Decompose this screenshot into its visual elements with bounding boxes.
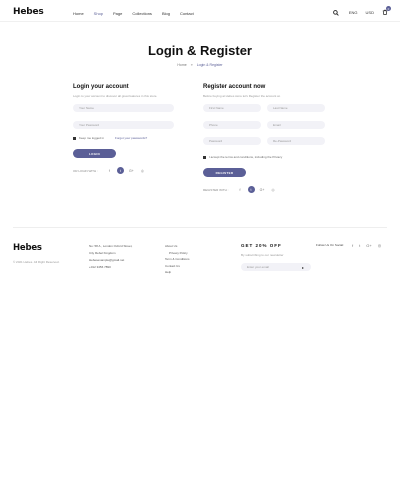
login-social-row: OR LOGIN WITH : f t G+ ◎ bbox=[73, 167, 150, 174]
last-name-input[interactable]: Last Name bbox=[267, 104, 325, 112]
newsletter-subtitle: By subscribing to our newsletter bbox=[241, 253, 284, 257]
google-plus-icon[interactable]: G+ bbox=[128, 167, 135, 174]
terms-label: I accept the terms and conditions, inclu… bbox=[209, 155, 283, 159]
main-nav: Home Shop Page Collections Blog Contact bbox=[73, 11, 204, 16]
register-title: Register account now bbox=[203, 84, 266, 90]
address-line: No: 58 A , London Oxford Street, bbox=[89, 244, 133, 248]
footer-link-terms[interactable]: Term & Conditions bbox=[165, 256, 190, 263]
register-social-label: REGISTER WITH : bbox=[203, 187, 229, 192]
nav-collections[interactable]: Collections bbox=[132, 11, 152, 16]
confirm-password-input[interactable]: Re-Password bbox=[267, 137, 325, 145]
brand-logo[interactable]: Hebes bbox=[13, 7, 44, 17]
login-password-input[interactable]: Your Password bbox=[73, 121, 174, 129]
login-title: Login your account bbox=[73, 84, 129, 90]
login-button[interactable]: LOGIN bbox=[73, 149, 116, 158]
register-social-row: REGISTER WITH : f t G+ ◎ bbox=[203, 186, 281, 193]
checkbox-icon bbox=[73, 136, 76, 140]
breadcrumb-home[interactable]: Home bbox=[177, 63, 186, 67]
copyright: © 2021 Hebes. All Right Reserved. bbox=[13, 260, 60, 264]
send-arrow-icon[interactable]: ▸ bbox=[302, 265, 304, 270]
phone-input[interactable]: Phone bbox=[203, 121, 261, 129]
search-icon[interactable] bbox=[333, 9, 339, 16]
footer-link-help[interactable]: Help bbox=[165, 269, 190, 276]
footer-email[interactable]: Hebesexample@gmail.net bbox=[89, 257, 132, 264]
register-subtitle: Before buying at Hebes store let's Regis… bbox=[203, 94, 281, 98]
nav-page[interactable]: Page bbox=[113, 11, 122, 16]
instagram-icon[interactable]: ◎ bbox=[270, 186, 277, 193]
google-plus-icon[interactable]: G+ bbox=[259, 186, 266, 193]
footer-address: No: 58 A , London Oxford Street, City Re… bbox=[89, 243, 132, 271]
nav-blog[interactable]: Blog bbox=[162, 11, 170, 16]
remember-checkbox[interactable]: Keep me logged in bbox=[73, 136, 104, 140]
google-plus-icon[interactable]: G+ bbox=[366, 243, 371, 248]
breadcrumb-current: Login & Register bbox=[196, 63, 223, 67]
header-actions: ENG USD 0 bbox=[325, 6, 391, 16]
twitter-icon[interactable]: t bbox=[116, 167, 124, 174]
page-title: Login & Register bbox=[147, 43, 252, 58]
currency-select[interactable]: ENG bbox=[349, 10, 358, 15]
newsletter-email-input[interactable]: Enter your email bbox=[241, 263, 311, 271]
address-line: City Rebel Kingdom bbox=[89, 251, 116, 255]
newsletter-title: GET 20% OFF bbox=[241, 243, 282, 248]
login-social-label: OR LOGIN WITH : bbox=[73, 168, 98, 173]
register-email-input[interactable]: Email bbox=[267, 121, 325, 129]
facebook-icon[interactable]: f bbox=[352, 243, 353, 248]
footer-divider bbox=[13, 227, 387, 228]
cart-count-badge: 0 bbox=[386, 6, 391, 11]
nav-shop[interactable]: Shop bbox=[94, 11, 103, 16]
register-button[interactable]: REGISTER bbox=[203, 168, 246, 177]
instagram-icon[interactable]: ◎ bbox=[378, 243, 382, 248]
breadcrumb-separator-icon: » bbox=[190, 63, 193, 67]
first-name-input[interactable]: First Name bbox=[203, 104, 261, 112]
follow-label: Follow Us On Social: bbox=[316, 243, 344, 247]
footer-logo[interactable]: Hebes bbox=[13, 243, 42, 253]
register-password-input[interactable]: Password bbox=[203, 137, 261, 145]
login-username-input[interactable]: Your Name bbox=[73, 104, 174, 112]
twitter-icon[interactable]: t bbox=[247, 186, 255, 193]
checkbox-icon bbox=[203, 155, 206, 159]
twitter-icon[interactable]: t bbox=[359, 243, 360, 248]
instagram-icon[interactable]: ◎ bbox=[139, 167, 146, 174]
cart-button[interactable]: 0 bbox=[382, 6, 391, 16]
breadcrumb: Home » Login & Register bbox=[0, 63, 400, 67]
facebook-icon[interactable]: f bbox=[237, 186, 244, 193]
footer-social: f t G+ ◎ bbox=[352, 243, 387, 248]
footer-phone[interactable]: +012 3456 7890 bbox=[89, 264, 132, 271]
footer-links: About Us Privacy Policy Term & Condition… bbox=[165, 243, 190, 276]
nav-contact[interactable]: Contact bbox=[180, 11, 194, 16]
terms-checkbox[interactable]: I accept the terms and conditions, inclu… bbox=[203, 155, 282, 159]
forgot-password-link[interactable]: Forgot your passwords? bbox=[115, 136, 147, 140]
facebook-icon[interactable]: f bbox=[106, 167, 113, 174]
language-select[interactable]: USD bbox=[366, 10, 374, 15]
header-divider bbox=[0, 21, 400, 22]
remember-label: Keep me logged in bbox=[79, 136, 105, 140]
nav-home[interactable]: Home bbox=[73, 11, 84, 16]
login-subtitle: Login to your account to discover all gr… bbox=[73, 94, 158, 98]
